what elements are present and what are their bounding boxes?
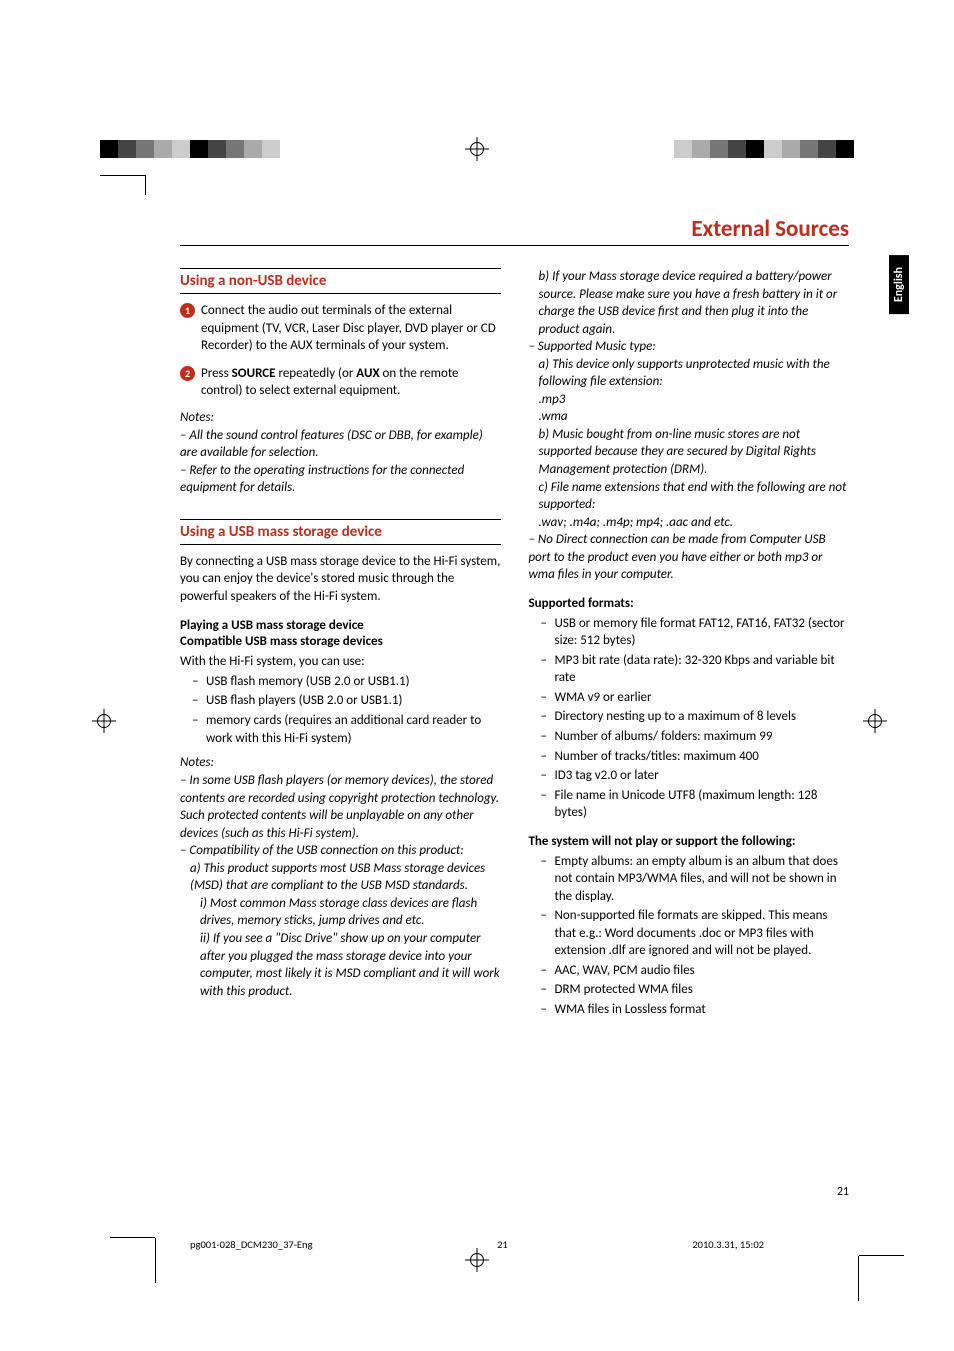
registration-target-icon [468,1251,486,1269]
step-1-text: Connect the audio out terminals of the e… [201,302,501,355]
list-item: WMA files in Lossless format [543,1001,850,1019]
list-item: Number of tracks/titles: maximum 400 [543,748,850,766]
registration-target-icon [95,712,113,730]
list-item: WMA v9 or earlier [543,689,850,707]
step-2-text: Press SOURCE repeatedly (or AUX on the r… [201,365,501,400]
usb-intro: By connecting a USB mass storage device … [180,553,501,606]
color-bar-left [100,140,280,158]
footer-metadata: pg001-028_DCM230_37-Eng 21 2010.3.31, 15… [190,1238,764,1251]
list-item: USB flash players (USB 2.0 or USB1.1) [194,692,501,710]
heading-usb: Using a USB mass storage device [180,519,501,545]
registration-target-icon [468,140,486,158]
list-item: File name in Unicode UTF8 (maximum lengt… [543,787,850,822]
left-column: Using a non-USB device 1 Connect the aud… [180,268,501,1021]
supported-formats-heading: Supported formats: [529,596,850,613]
list-item: USB flash memory (USB 2.0 or USB1.1) [194,673,501,691]
crop-mark [100,175,145,176]
list-item: AAC, WAV, PCM audio files [543,962,850,980]
crop-mark [858,1256,859,1301]
list-item: Empty albums: an empty album is an album… [543,853,850,906]
notes-heading-2: Notes: [180,755,501,770]
crop-mark [145,175,146,195]
list-item: DRM protected WMA files [543,981,850,999]
color-bar-right [674,140,854,158]
right-column: b) If your Mass storage device required … [529,268,850,1021]
crop-mark [859,1255,904,1256]
heading-non-usb: Using a non-USB device [180,268,501,294]
crop-mark [110,1237,155,1238]
not-play-heading: The system will not play or support the … [529,834,850,851]
page-title: External Sources [691,215,849,243]
list-item: ID3 tag v2.0 or later [543,767,850,785]
usb-notes-continued: b) If your Mass storage device required … [529,268,850,584]
page-number: 21 [837,1185,849,1199]
playing-heading: Playing a USB mass storage device Compat… [180,618,501,652]
footer-page: 21 [497,1238,508,1251]
registration-target-icon [866,712,884,730]
usb-notes-block: – In some USB flash players (or memory d… [180,772,501,1000]
footer-timestamp: 2010.3.31, 15:02 [692,1238,764,1251]
list-item: Number of albums/ folders: maximum 99 [543,728,850,746]
notes-heading: Notes: [180,410,501,425]
list-item: USB or memory file format FAT12, FAT16, … [543,615,850,650]
list-item: MP3 bit rate (data rate): 32-320 Kbps an… [543,652,850,687]
page-content: External Sources English Using a non-USB… [180,215,849,1181]
supported-formats-list: USB or memory file format FAT12, FAT16, … [529,615,850,822]
not-play-list: Empty albums: an empty album is an album… [529,853,850,1019]
footer-file: pg001-028_DCM230_37-Eng [190,1238,313,1251]
compatible-list: USB flash memory (USB 2.0 or USB1.1) USB… [180,673,501,747]
note-1: – All the sound control features (DSC or… [180,427,501,462]
crop-mark [155,1238,156,1283]
step-1-badge: 1 [180,303,195,318]
list-item: Non-supported file formats are skipped. … [543,907,850,960]
language-tab: English [889,255,909,314]
step-2-badge: 2 [180,366,195,381]
playing-lead: With the Hi-Fi system, you can use: [180,653,501,671]
list-item: memory cards (requires an additional car… [194,712,501,747]
top-registration-marks [0,140,954,158]
list-item: Directory nesting up to a maximum of 8 l… [543,708,850,726]
note-2: – Refer to the operating instructions fo… [180,462,501,497]
